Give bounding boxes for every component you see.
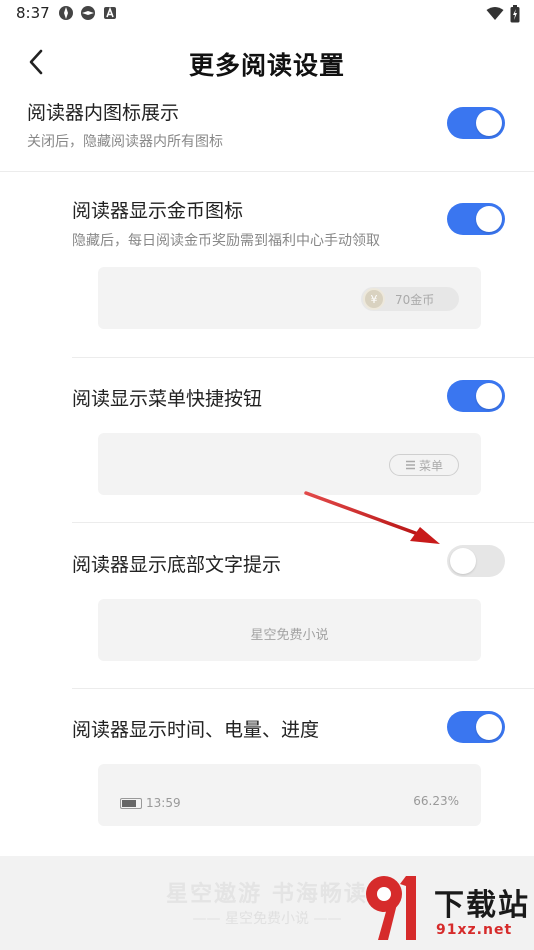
status-icons-right	[486, 5, 520, 23]
divider	[72, 357, 534, 358]
setting-title-menu: 阅读显示菜单快捷按钮	[72, 388, 263, 410]
battery-icon	[120, 797, 142, 809]
header: 更多阅读设置	[0, 36, 534, 88]
toggle-time-battery[interactable]	[447, 711, 505, 743]
coin-icon: ¥	[363, 288, 385, 310]
menu-icon	[405, 460, 415, 470]
toggle-coin-icon[interactable]	[447, 203, 505, 235]
menu-text: 菜单	[418, 458, 443, 473]
status-time: 8:37	[16, 4, 50, 22]
bottom-hint-text: 星空免费小说	[250, 628, 329, 643]
preview-time: 13:59	[146, 796, 181, 810]
toggle-menu-button[interactable]	[447, 380, 505, 412]
toggle-knob	[450, 548, 476, 574]
page-title: 更多阅读设置	[188, 51, 345, 80]
wifi-icon	[486, 7, 504, 20]
setting-title-bottom-hint: 阅读器显示底部文字提示	[72, 554, 282, 576]
battery-charging-icon	[510, 5, 520, 23]
status-icons-left	[58, 5, 118, 21]
toggle-reader-icons[interactable]	[447, 107, 505, 139]
watermark-brand: 下载站	[434, 888, 530, 923]
watermark-logo-icon	[366, 876, 416, 940]
setting-subtitle-coin: 隐藏后，每日阅读金币奖励需到福利中心手动领取	[72, 233, 380, 249]
coin-text: 70金币	[395, 292, 435, 307]
toggle-bottom-hint[interactable]	[447, 545, 505, 577]
watermark-url: 91xz.net	[436, 922, 513, 938]
setting-title-time-battery: 阅读器显示时间、电量、进度	[72, 719, 320, 741]
setting-subtitle-icons: 关闭后，隐藏阅读器内所有图标	[27, 134, 223, 150]
coin-preview: ¥ 70金币	[98, 267, 481, 329]
app-icon-2	[81, 6, 95, 20]
menu-pill: 菜单	[389, 454, 459, 476]
a-icon	[104, 6, 116, 19]
divider	[0, 171, 534, 172]
bottom-hint-preview: 星空免费小说	[98, 599, 481, 661]
battery-time: 13:59	[120, 796, 181, 810]
divider	[72, 688, 534, 689]
preview-progress: 66.23%	[413, 794, 459, 808]
time-battery-preview: 13:59 66.23%	[98, 764, 481, 826]
toggle-knob	[476, 206, 502, 232]
annotation-arrow-icon	[304, 491, 440, 544]
app-icon-1	[59, 6, 73, 20]
status-bar: 8:37	[0, 0, 534, 28]
toggle-knob	[476, 110, 502, 136]
setting-title-icons: 阅读器内图标展示	[27, 102, 180, 124]
toggle-knob	[476, 383, 502, 409]
setting-title-coin: 阅读器显示金币图标	[72, 200, 244, 222]
coin-pill: ¥ 70金币	[361, 287, 459, 311]
toggle-knob	[476, 714, 502, 740]
menu-preview: 菜单	[98, 433, 481, 495]
